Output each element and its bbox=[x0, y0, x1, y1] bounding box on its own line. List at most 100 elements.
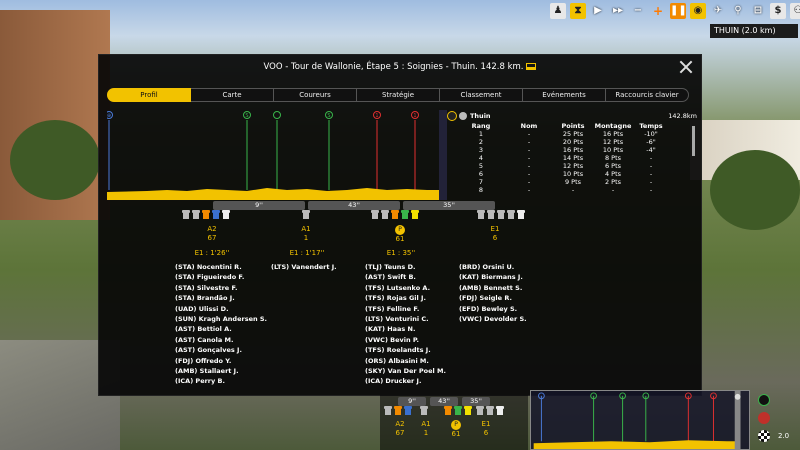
eye-icon[interactable]: ◉ bbox=[690, 3, 706, 19]
rider-name[interactable]: (AMB) Bennett S. bbox=[459, 283, 527, 293]
rider-name[interactable]: (TFS) Felline F. bbox=[365, 304, 446, 314]
background-tree bbox=[10, 120, 100, 200]
jersey-icon bbox=[212, 210, 220, 219]
group-name: A1 bbox=[301, 225, 311, 233]
fast-forward-icon[interactable]: ▸▸ bbox=[610, 3, 626, 19]
jersey-icon bbox=[444, 406, 452, 415]
table-cell: - bbox=[649, 178, 653, 186]
finish-name: Thuin bbox=[470, 112, 491, 120]
rider-name[interactable]: (VWC) Devolder S. bbox=[459, 314, 527, 324]
group-count: 6 bbox=[492, 234, 498, 242]
tab-coureurs[interactable]: Coureurs bbox=[274, 88, 357, 102]
rider-name[interactable]: (STA) Brandão J. bbox=[175, 293, 267, 303]
table-cell: 2 bbox=[478, 138, 484, 146]
rider-name[interactable]: (STA) Nocentini R. bbox=[175, 262, 267, 272]
peloton-badge: P bbox=[451, 420, 461, 430]
rider-name[interactable]: (AST) Bettiol A. bbox=[175, 324, 267, 334]
plus-icon[interactable]: + bbox=[650, 3, 666, 19]
rider-name[interactable]: (LTS) Venturini C. bbox=[365, 314, 446, 324]
jersey-icon bbox=[384, 406, 392, 415]
rider-name[interactable]: (ORS) Albasini M. bbox=[365, 356, 446, 366]
profile-marker-label: S bbox=[245, 113, 248, 119]
table-cell: - bbox=[527, 154, 531, 162]
tab-carte[interactable]: Carte bbox=[191, 88, 274, 102]
climb-icon[interactable] bbox=[758, 412, 770, 424]
helicopter-icon[interactable]: ✈ bbox=[710, 3, 726, 19]
jersey-group-p[interactable] bbox=[371, 210, 419, 219]
rider-name[interactable]: (ICA) Drucker J. bbox=[365, 376, 446, 386]
camera-icon[interactable]: ⊟ bbox=[750, 3, 766, 19]
rider-name[interactable]: (AST) Swift B. bbox=[365, 272, 446, 282]
rider-name[interactable]: (UAD) Ulissi D. bbox=[175, 304, 267, 314]
rider-name[interactable]: (SUN) Kragh Andersen S. bbox=[175, 314, 267, 324]
rider-name[interactable]: (VWC) Bevin P. bbox=[365, 335, 446, 345]
rider-name[interactable]: (EFD) Bewley S. bbox=[459, 304, 527, 314]
rider-name[interactable]: (STA) Silvestre F. bbox=[175, 283, 267, 293]
header-montagne: Montagne bbox=[594, 122, 632, 130]
profile-scrollbar[interactable] bbox=[439, 110, 447, 200]
table-cell: 4 Pts bbox=[604, 170, 622, 178]
gap-bar: 43'' bbox=[308, 201, 400, 210]
jersey-icon bbox=[202, 210, 210, 219]
stage-profile[interactable]: ⊕ S S 1 1 bbox=[107, 110, 447, 200]
jersey-group-a2[interactable] bbox=[182, 210, 230, 219]
mini-groups-panel[interactable]: 9'' 43'' 35'' A2 67 A1 1 P 61 E1 6 bbox=[380, 395, 528, 450]
motorbike-icon[interactable]: ⚲ bbox=[730, 3, 746, 19]
rider-name[interactable]: (AST) Canola M. bbox=[175, 335, 267, 345]
table-cell: - bbox=[527, 162, 531, 170]
table-cell: 6 bbox=[478, 170, 484, 178]
table-cell: 10 Pts bbox=[602, 146, 624, 154]
jersey-icon bbox=[371, 210, 379, 219]
jersey-group-a1[interactable] bbox=[302, 210, 310, 219]
table-row: 4 - 14 Pts 8 Pts - bbox=[447, 154, 697, 162]
pause-icon[interactable]: ❚❚ bbox=[670, 3, 687, 19]
mini-stage-profile[interactable] bbox=[530, 390, 750, 450]
rider-name[interactable]: (LTS) Vanendert J. bbox=[271, 262, 337, 272]
table-cell: - bbox=[527, 146, 531, 154]
rider-icon[interactable]: ♟ bbox=[550, 3, 566, 19]
tab-classement[interactable]: Classement bbox=[440, 88, 523, 102]
tab-evenements[interactable]: Evénements bbox=[523, 88, 606, 102]
rider-name[interactable]: (SKY) Van Der Poel M. bbox=[365, 366, 446, 376]
profile-marker-label: S bbox=[327, 113, 330, 119]
tab-raccourcis[interactable]: Raccourcis clavier bbox=[606, 88, 689, 102]
table-scrollbar[interactable] bbox=[692, 126, 695, 156]
screen-icon[interactable] bbox=[526, 63, 537, 70]
rider-name[interactable]: (ICA) Perry B. bbox=[175, 376, 267, 386]
rider-name[interactable]: (AST) Gonçalves J. bbox=[175, 345, 267, 355]
group-time: E1 : 35'' bbox=[386, 249, 416, 257]
jersey-icon bbox=[404, 406, 412, 415]
bike-icon[interactable]: ⚇ bbox=[790, 3, 800, 19]
rider-name[interactable]: (FDJ) Seigle R. bbox=[459, 293, 527, 303]
close-button[interactable] bbox=[679, 60, 693, 74]
rider-name[interactable]: (AMB) Stallaert J. bbox=[175, 366, 267, 376]
hourglass-icon[interactable]: ⧗ bbox=[570, 3, 586, 19]
group-count: 1 bbox=[303, 234, 309, 242]
rider-name[interactable]: (STA) Figueiredo F. bbox=[175, 272, 267, 282]
play-icon[interactable]: ▶ bbox=[590, 3, 606, 19]
rider-name[interactable]: (KAT) Biermans J. bbox=[459, 272, 527, 282]
table-cell: 16 Pts bbox=[602, 130, 624, 138]
jersey-group-e1[interactable] bbox=[477, 210, 525, 219]
rider-name[interactable]: (BRD) Orsini U. bbox=[459, 262, 527, 272]
finish-flag-icon[interactable] bbox=[758, 430, 770, 442]
sprint-icon[interactable] bbox=[758, 394, 770, 406]
modal-title-text: VOO - Tour de Wallonie, Étape 5 : Soigni… bbox=[263, 62, 524, 72]
rider-name[interactable]: (KAT) Haas N. bbox=[365, 324, 446, 334]
table-cell: - bbox=[527, 138, 531, 146]
sprint-marker-icon[interactable] bbox=[273, 111, 281, 119]
table-row: 5 - 12 Pts 6 Pts - bbox=[447, 162, 697, 170]
finish-target-icon bbox=[447, 111, 457, 121]
tab-strategie[interactable]: Stratégie bbox=[357, 88, 440, 102]
rider-name[interactable]: (TFS) Lutsenko A. bbox=[365, 283, 446, 293]
rider-name[interactable]: (FDJ) Offredo Y. bbox=[175, 356, 267, 366]
rider-name[interactable]: (TFS) Rojas Gil J. bbox=[365, 293, 446, 303]
tab-profil[interactable]: Profil bbox=[107, 88, 191, 102]
table-cell: 9 Pts bbox=[564, 178, 582, 186]
minus-icon[interactable]: − bbox=[630, 3, 646, 19]
rider-name[interactable]: (TLJ) Teuns D. bbox=[365, 262, 446, 272]
table-row: 8 - - - - bbox=[447, 186, 697, 194]
group-label-e1: E1 6 bbox=[475, 225, 515, 243]
dollar-icon[interactable]: $ bbox=[770, 3, 786, 19]
rider-name[interactable]: (TFS) Roelandts J. bbox=[365, 345, 446, 355]
